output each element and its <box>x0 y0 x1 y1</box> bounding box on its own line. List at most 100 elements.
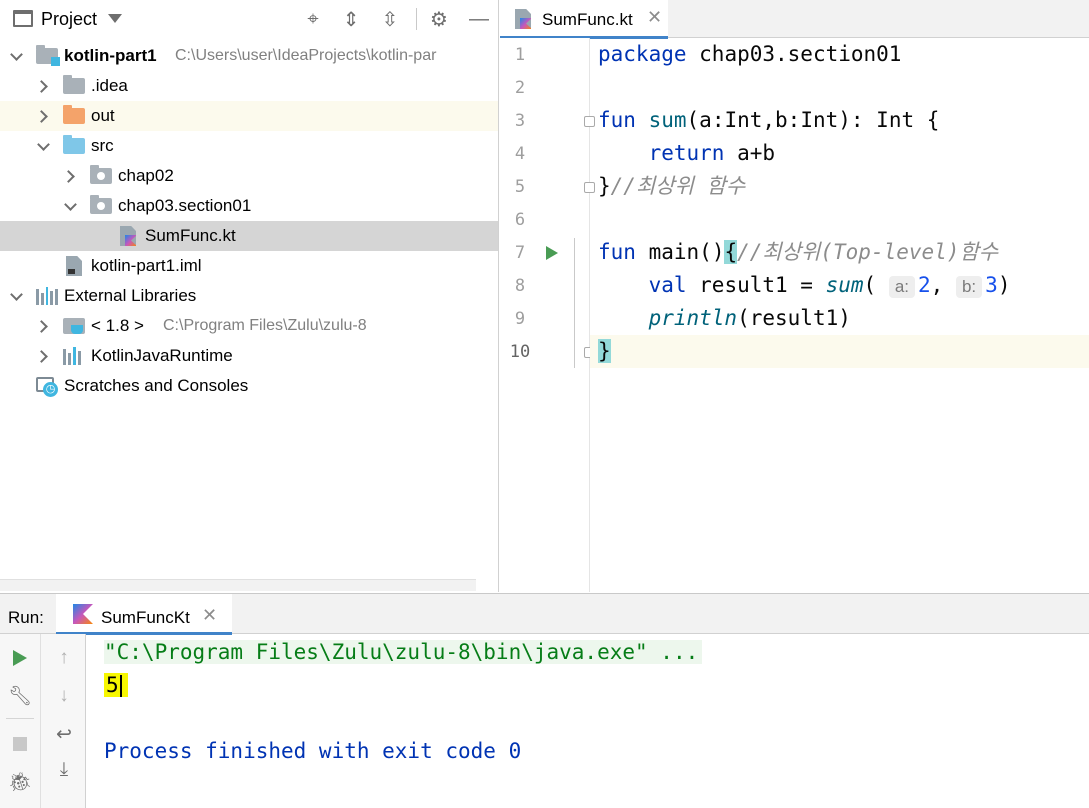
console-output[interactable]: "C:\Program Files\Zulu\zulu-8\bin\java.e… <box>87 634 1089 808</box>
command-text: "C:\Program Files\Zulu\zulu-8\bin\java.e… <box>104 640 703 664</box>
tree-item-label: KotlinJavaRuntime <box>91 346 233 365</box>
number-literal: 2 <box>918 273 931 297</box>
line-number: 4 <box>514 144 526 164</box>
tree-item-idea[interactable]: .idea <box>0 71 498 101</box>
collapse-all-icon[interactable]: ⇳ <box>379 8 401 31</box>
library-icon <box>36 287 58 305</box>
line-number: 2 <box>514 78 526 98</box>
gear-icon[interactable]: ⚙ <box>428 8 450 31</box>
tree-item-src[interactable]: src <box>0 131 498 161</box>
brace-match: } <box>598 339 611 363</box>
parameter-hint: a: <box>888 276 916 298</box>
chevron-right-icon[interactable] <box>61 169 75 183</box>
wrench-icon[interactable]: 🔧︎ <box>8 684 32 708</box>
finish-text: Process finished with exit code 0 <box>104 739 522 763</box>
tree-item-label: chap02 <box>118 166 174 185</box>
kotlin-file-icon <box>120 226 136 246</box>
text-caret <box>119 675 122 697</box>
toolbar-separator <box>6 718 34 719</box>
chevron-down-icon[interactable] <box>108 14 122 23</box>
expand-all-icon[interactable]: ⇕ <box>340 8 362 31</box>
arrow-up-icon[interactable]: ↑ <box>52 646 76 670</box>
tree-item-jdk[interactable]: < 1.8 > C:\Program Files\Zulu\zulu-8 <box>0 311 498 341</box>
run-label: Run: <box>8 608 44 627</box>
line-number: 9 <box>514 309 526 329</box>
chevron-down-icon[interactable] <box>36 139 50 153</box>
toolbar-divider <box>40 634 41 808</box>
stop-button[interactable] <box>8 732 32 756</box>
tree-item-external-libraries[interactable]: External Libraries <box>0 281 498 311</box>
tree-item-label: kotlin-part1.iml <box>91 256 202 275</box>
tree-item-label: .idea <box>91 76 128 95</box>
close-icon[interactable]: ✕ <box>202 605 217 626</box>
code-line-7: fun main(){//최상위(Top-level)함수 <box>590 236 1089 269</box>
line-number: 10 <box>509 342 531 362</box>
console-finish-line: Process finished with exit code 0 <box>104 739 521 763</box>
hide-icon[interactable]: — <box>468 8 490 30</box>
function-name: sum <box>648 108 687 132</box>
tab-sumfunc-kt[interactable]: SumFunc.kt ✕ <box>500 0 668 39</box>
run-toolbar: 🔧︎ 🐞︎ ↑ ↓ ↩ ⤓ <box>0 634 86 808</box>
code-line-10: } <box>590 335 1089 368</box>
chevron-down-icon[interactable] <box>9 289 23 303</box>
scroll-to-end-icon[interactable]: ⤓ <box>52 758 76 782</box>
tree-item-scratches[interactable]: Scratches and Consoles <box>0 371 498 401</box>
run-tool-window: Run: SumFuncKt ✕ 🔧︎ 🐞︎ ↑ ↓ ↩ ⤓ "C:\Progr… <box>0 593 1089 808</box>
line-number: 6 <box>514 210 526 230</box>
run-header: Run: SumFuncKt ✕ <box>0 594 1089 635</box>
debug-icon[interactable]: 🐞︎ <box>8 770 32 794</box>
tree-item-label: External Libraries <box>64 286 197 305</box>
run-gutter-icon[interactable] <box>546 246 558 260</box>
tab-label: SumFunc.kt <box>542 10 633 29</box>
chevron-right-icon[interactable] <box>34 109 48 123</box>
function-call: sum <box>825 273 864 297</box>
locate-icon[interactable]: ⌖ <box>302 8 324 30</box>
chevron-down-icon[interactable] <box>9 49 23 63</box>
function-name: main <box>648 240 700 264</box>
code-text: (a:Int,b:Int): Int { <box>686 108 940 132</box>
function-call: println <box>648 306 738 330</box>
module-folder-icon <box>36 45 60 66</box>
code-text: ) <box>997 273 1011 297</box>
code-text: a+b <box>724 141 776 165</box>
brace-match: { <box>724 240 738 264</box>
folder-icon <box>63 75 85 94</box>
chevron-right-icon[interactable] <box>34 349 48 363</box>
package-icon <box>90 165 112 184</box>
keyword: return <box>648 141 725 165</box>
stop-icon <box>13 737 27 751</box>
tab-sumfunckt[interactable]: SumFuncKt ✕ <box>56 594 232 635</box>
code-text: chap03.section01 <box>686 42 902 66</box>
tree-item-out[interactable]: out <box>0 101 498 131</box>
horizontal-scrollbar[interactable] <box>0 579 476 591</box>
tree-item-path: C:\Program Files\Zulu\zulu-8 <box>163 317 367 334</box>
line-number: 1 <box>514 45 526 65</box>
code-area[interactable]: package chap03.section01 fun sum(a:Int,b… <box>590 38 1089 592</box>
arrow-down-icon[interactable]: ↓ <box>52 684 76 708</box>
number-literal: 3 <box>985 273 998 297</box>
soft-wrap-icon[interactable]: ↩ <box>52 722 76 746</box>
project-window-icon <box>13 10 33 27</box>
tree-item-label: Scratches and Consoles <box>64 376 249 395</box>
chevron-right-icon[interactable] <box>34 79 48 93</box>
tree-item-sumfunc-kt[interactable]: SumFunc.kt <box>0 221 498 251</box>
tree-item-chap03-section01[interactable]: chap03.section01 <box>0 191 498 221</box>
code-text: } <box>598 174 611 198</box>
run-tab-label: SumFuncKt <box>101 608 190 627</box>
tree-item-label: out <box>91 106 115 125</box>
tree-item-path: C:\Users\user\IdeaProjects\kotlin-par <box>175 47 437 64</box>
keyword: package <box>598 42 687 66</box>
chevron-down-icon[interactable] <box>63 199 77 213</box>
keyword: fun <box>598 108 636 132</box>
close-icon[interactable]: ✕ <box>647 7 662 28</box>
keyword: val <box>648 273 687 297</box>
rerun-button[interactable] <box>8 646 32 670</box>
tree-item-chap02[interactable]: chap02 <box>0 161 498 191</box>
editor: SumFunc.kt ✕ 1 2 3 4 5 6 7 8 9 10 packag… <box>500 0 1089 592</box>
tree-item-label: kotlin-part1 <box>64 46 157 65</box>
tree-item-kotlin-part1[interactable]: kotlin-part1 C:\Users\user\IdeaProjects\… <box>0 41 498 71</box>
project-title[interactable]: Project <box>41 9 97 30</box>
chevron-right-icon[interactable] <box>34 319 48 333</box>
tree-item-kotlin-java-runtime[interactable]: KotlinJavaRuntime <box>0 341 498 371</box>
tree-item-iml[interactable]: kotlin-part1.iml <box>0 251 498 281</box>
